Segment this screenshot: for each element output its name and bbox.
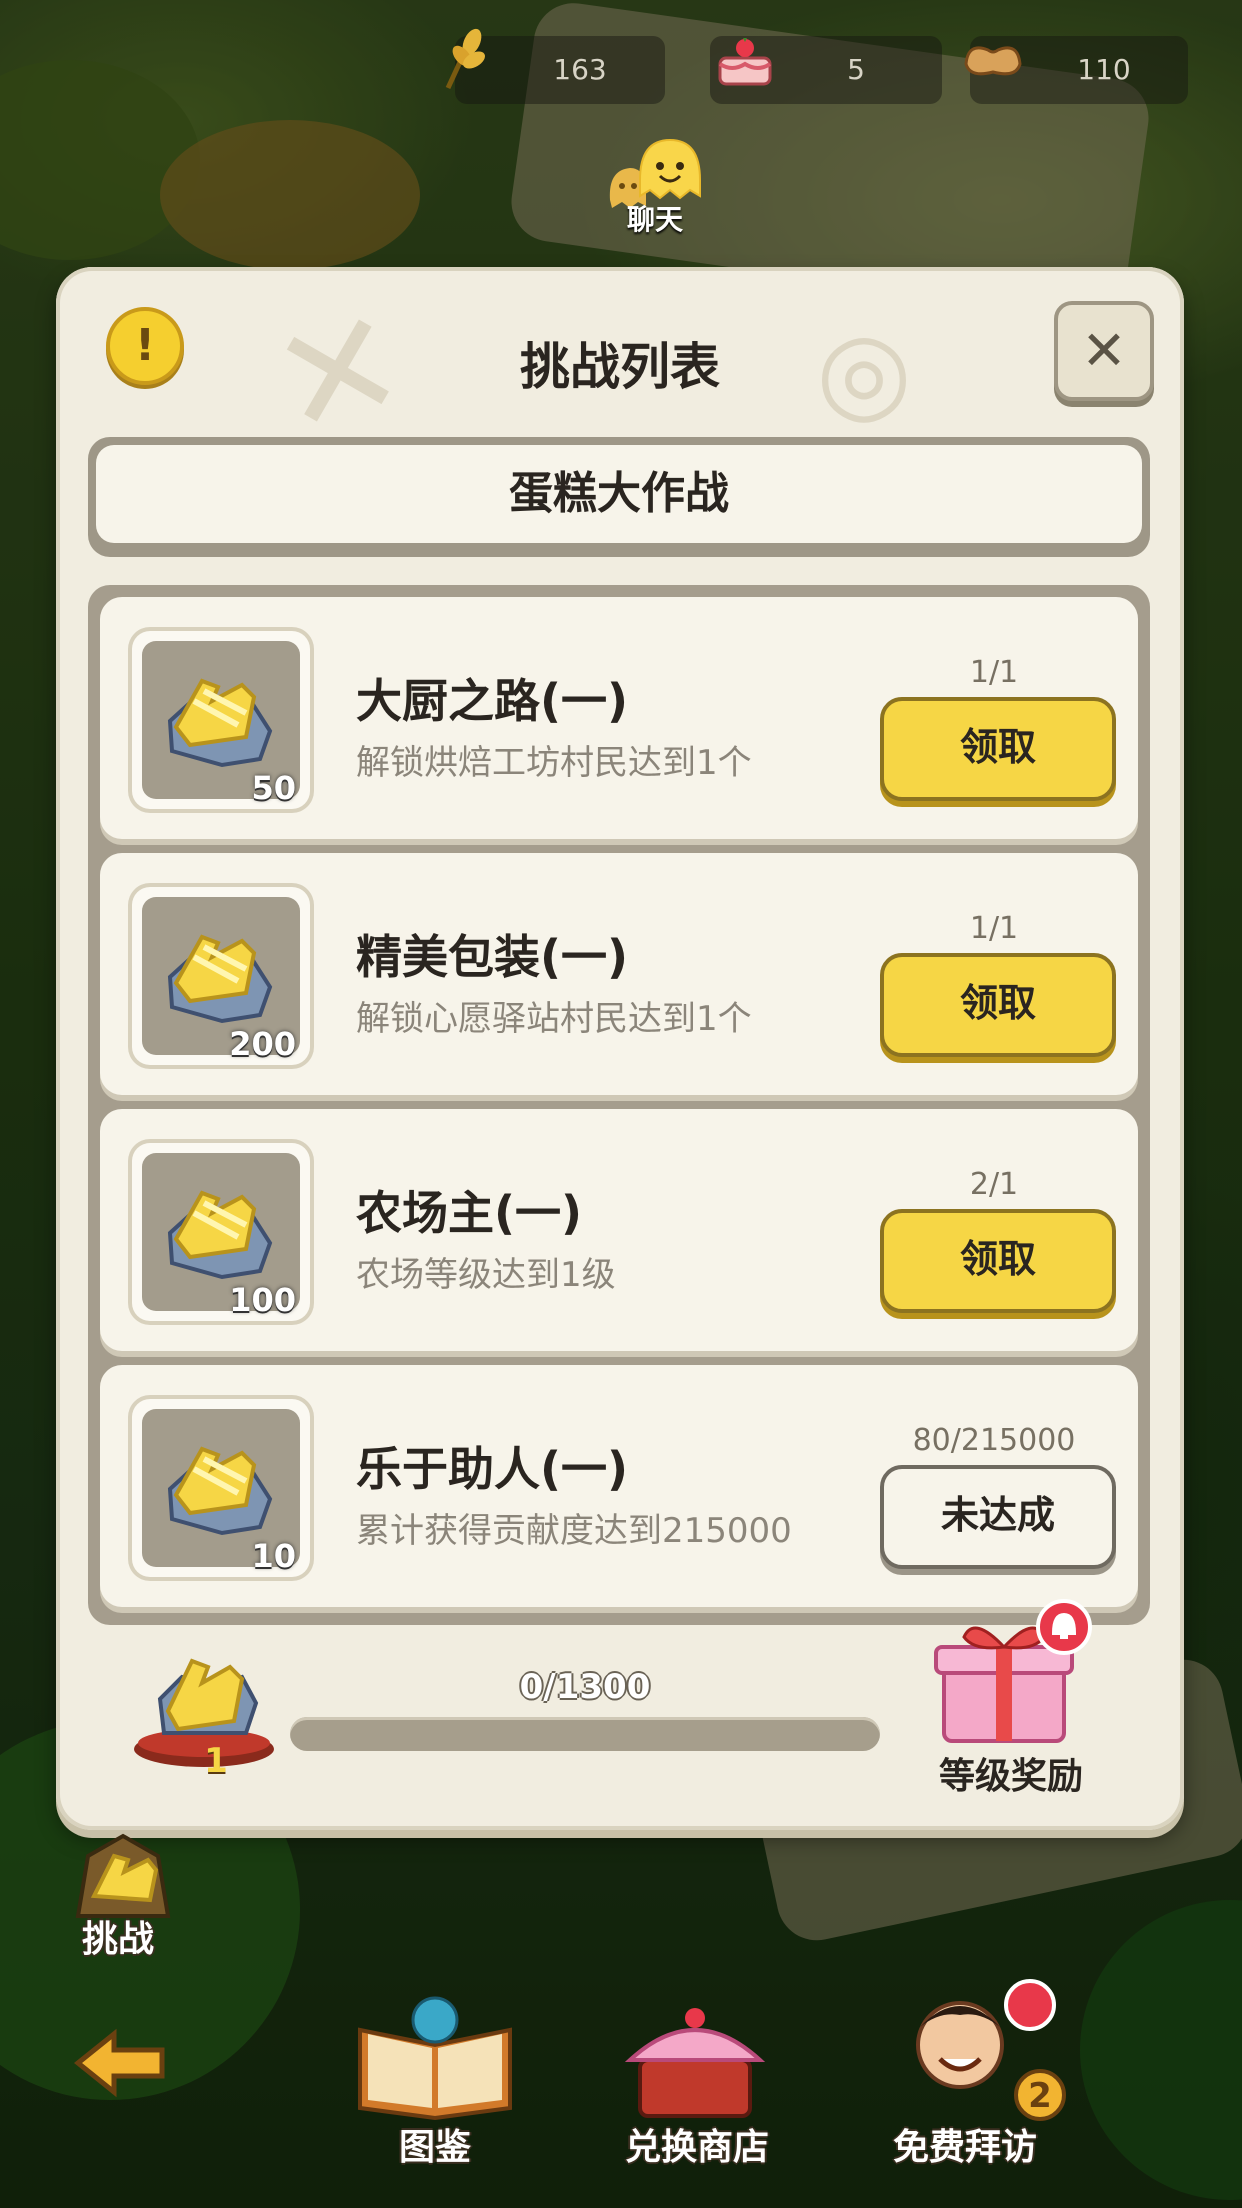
resource-cake-value: 5 bbox=[847, 53, 865, 86]
challenge-list[interactable]: 50 大厨之路(一) 解锁烘焙工坊村民达到1个 1/1 领取 200 精美包装(… bbox=[88, 585, 1150, 1625]
claim-button[interactable]: 领取 bbox=[880, 953, 1116, 1057]
claim-button[interactable]: 领取 bbox=[880, 1209, 1116, 1313]
challenge-name: 大厨之路(一) bbox=[356, 674, 629, 728]
challenge-row: 100 农场主(一) 农场等级达到1级 2/1 领取 bbox=[100, 1109, 1138, 1351]
chat-label: 聊天 bbox=[626, 203, 683, 236]
dialog-title: 挑战列表 bbox=[520, 338, 720, 396]
challenge-row: 50 大厨之路(一) 解锁烘焙工坊村民达到1个 1/1 领取 bbox=[100, 597, 1138, 839]
close-button[interactable]: ✕ bbox=[1054, 301, 1154, 401]
visit-icon[interactable]: 2 bbox=[880, 1975, 1070, 2125]
challenge-name: 乐于助人(一) bbox=[356, 1442, 629, 1496]
claim-button[interactable]: 领取 bbox=[880, 697, 1116, 801]
challenge-description: 累计获得贡献度达到215000 bbox=[356, 1511, 792, 1551]
challenge-name: 精美包装(一) bbox=[356, 930, 629, 984]
reward-slot: 10 bbox=[128, 1395, 314, 1581]
challenge-category-label: 蛋糕大作战 bbox=[96, 445, 1142, 543]
challenge-description: 解锁心愿驿站村民达到1个 bbox=[356, 999, 752, 1039]
book-icon[interactable] bbox=[350, 1990, 520, 2120]
challenge-row: 10 乐于助人(一) 累计获得贡献度达到215000 80/215000 未达成 bbox=[100, 1365, 1138, 1607]
challenge-description: 农场等级达到1级 bbox=[356, 1255, 616, 1295]
bread-icon bbox=[964, 46, 1022, 76]
close-icon: ✕ bbox=[1081, 319, 1127, 382]
resource-bread-value: 110 bbox=[1077, 53, 1131, 86]
reward-amount: 200 bbox=[229, 1025, 296, 1063]
challenge-progress: 1/1 bbox=[969, 911, 1019, 946]
reward-amount: 100 bbox=[229, 1281, 296, 1319]
nav-label-exchange-shop[interactable]: 兑换商店 bbox=[612, 2118, 782, 2170]
reward-slot: 200 bbox=[128, 883, 314, 1069]
visit-badge-count: 2 bbox=[1028, 2076, 1052, 2116]
cake-icon bbox=[718, 38, 772, 86]
challenge-row: 200 精美包装(一) 解锁心愿驿站村民达到1个 1/1 领取 bbox=[100, 853, 1138, 1095]
challenge-label[interactable]: 挑战 bbox=[58, 1910, 178, 1962]
nav-label-free-visit[interactable]: 免费拜访 bbox=[875, 2118, 1055, 2170]
level-progress-bar bbox=[290, 1717, 880, 1751]
notification-bell-badge bbox=[1004, 1979, 1056, 2031]
challenge-name: 农场主(一) bbox=[356, 1186, 583, 1240]
incomplete-button[interactable]: 未达成 bbox=[880, 1465, 1116, 1569]
gift-box-icon[interactable] bbox=[914, 1597, 1104, 1747]
challenge-description: 解锁烘焙工坊村民达到1个 bbox=[356, 743, 752, 783]
shop-icon[interactable] bbox=[620, 1990, 770, 2120]
resource-wheat-value: 163 bbox=[553, 53, 607, 86]
level-reward-label: 等级奖励 bbox=[938, 1756, 1083, 1797]
level-number: 1 bbox=[204, 1741, 228, 1781]
challenge-category-tab[interactable]: 蛋糕大作战 bbox=[88, 437, 1150, 557]
nav-label-codex[interactable]: 图鉴 bbox=[355, 2118, 515, 2170]
challenge-progress: 1/1 bbox=[969, 655, 1019, 690]
wheat-icon bbox=[445, 28, 485, 90]
reward-slot: 50 bbox=[128, 627, 314, 813]
challenge-progress: 2/1 bbox=[969, 1167, 1019, 1202]
back-arrow-icon[interactable] bbox=[70, 2028, 170, 2098]
reward-amount: 10 bbox=[251, 1537, 296, 1575]
level-progress-text: 0/1300 bbox=[519, 1667, 651, 1707]
challenge-list-dialog: ✕ ◎ ! 挑战列表 ✕ 蛋糕大作战 50 大厨之路(一) 解锁烘焙工坊村民达到… bbox=[56, 267, 1184, 1830]
challenge-progress: 80/215000 bbox=[912, 1423, 1076, 1458]
reward-amount: 50 bbox=[251, 769, 296, 807]
reward-slot: 100 bbox=[128, 1139, 314, 1325]
